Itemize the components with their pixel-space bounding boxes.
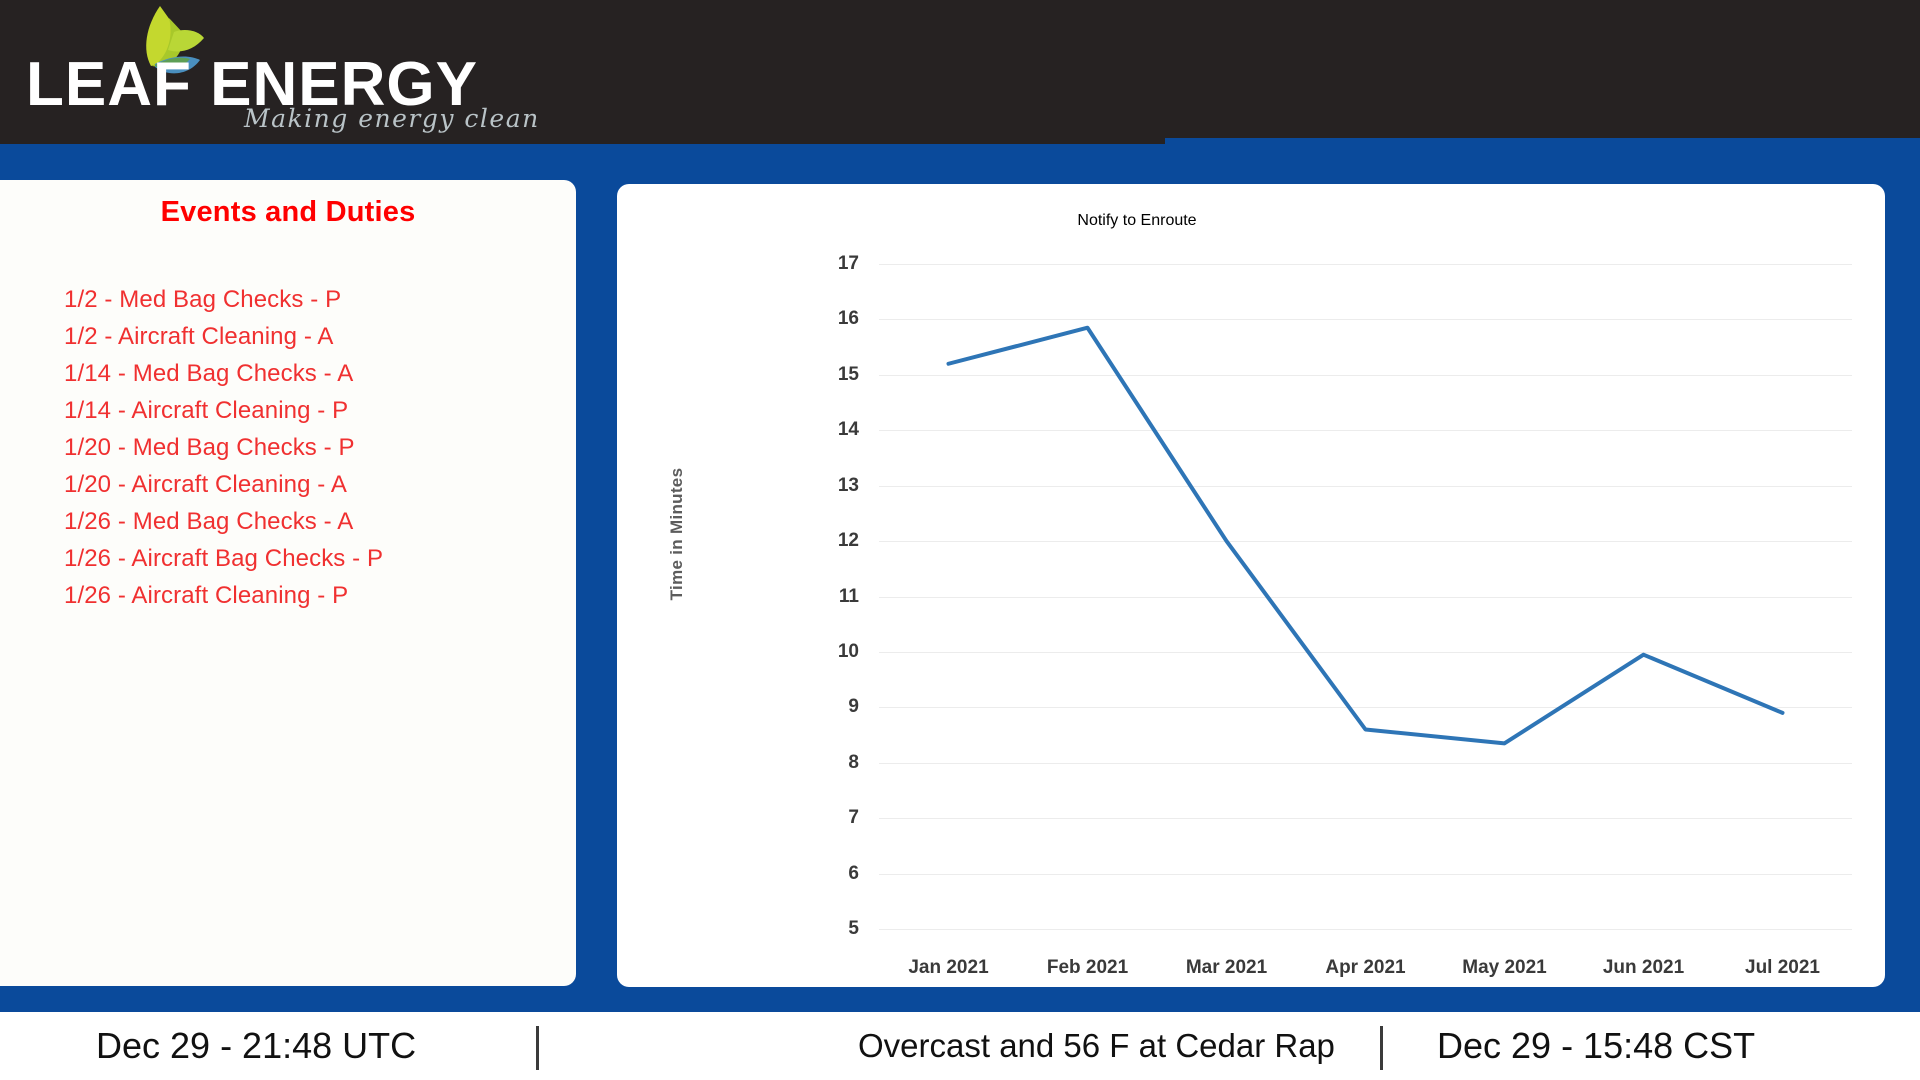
events-and-duties-panel: Events and Duties 1/2 - Med Bag Checks -…: [0, 180, 576, 986]
accent-band: [0, 144, 1920, 180]
brand-logo: LEAF ENERGY Making energy clean: [12, 2, 552, 142]
dashboard-root: LEAF ENERGY Making energy clean Events a…: [0, 0, 1920, 1080]
line-series: [946, 325, 1785, 746]
footer-utc-time: Dec 29 - 21:48 UTC: [96, 1025, 417, 1066]
footer-bar: Dec 29 - 21:48 UTC Overcast and 56 F at …: [0, 1012, 1920, 1080]
chart-panel: Notify to Enroute Time in Minutes 17 16 15…: [617, 184, 1885, 987]
series-line: [946, 325, 1785, 746]
event-list-item: 1/26 - Aircraft Cleaning - P: [64, 582, 349, 609]
footer-local-time: Dec 29 - 15:48 CST: [1437, 1025, 1756, 1066]
event-list-item: 1/20 - Aircraft Cleaning - A: [64, 471, 347, 498]
footer-divider-2: [1380, 1026, 1383, 1070]
event-list-item: 1/26 - Med Bag Checks - A: [64, 508, 354, 535]
event-list-item: 1/2 - Med Bag Checks - P: [64, 286, 342, 313]
event-list-item: 1/20 - Med Bag Checks - P: [64, 434, 355, 461]
footer-weather: Overcast and 56 F at Cedar Rap: [858, 1027, 1335, 1064]
chart-plot-area: Time in Minutes 17 16 15 14 13 12 11 10 9 8 7 6 5 Ja…: [617, 184, 1885, 987]
footer-divider-1: [536, 1026, 539, 1070]
event-list-item: 1/26 - Aircraft Bag Checks - P: [64, 545, 384, 572]
events-list: 1/2 - Med Bag Checks - P 1/2 - Aircraft C…: [0, 281, 576, 614]
header-bar: LEAF ENERGY Making energy clean: [0, 0, 1920, 144]
event-list-item: 1/14 - Aircraft Cleaning - P: [64, 397, 349, 424]
event-list-item: 1/2 - Aircraft Cleaning - A: [64, 323, 334, 350]
events-panel-title: Events and Duties: [160, 196, 416, 228]
event-list-item: 1/14 - Med Bag Checks - A: [64, 360, 354, 387]
brand-tagline: Making energy clean: [244, 104, 540, 133]
